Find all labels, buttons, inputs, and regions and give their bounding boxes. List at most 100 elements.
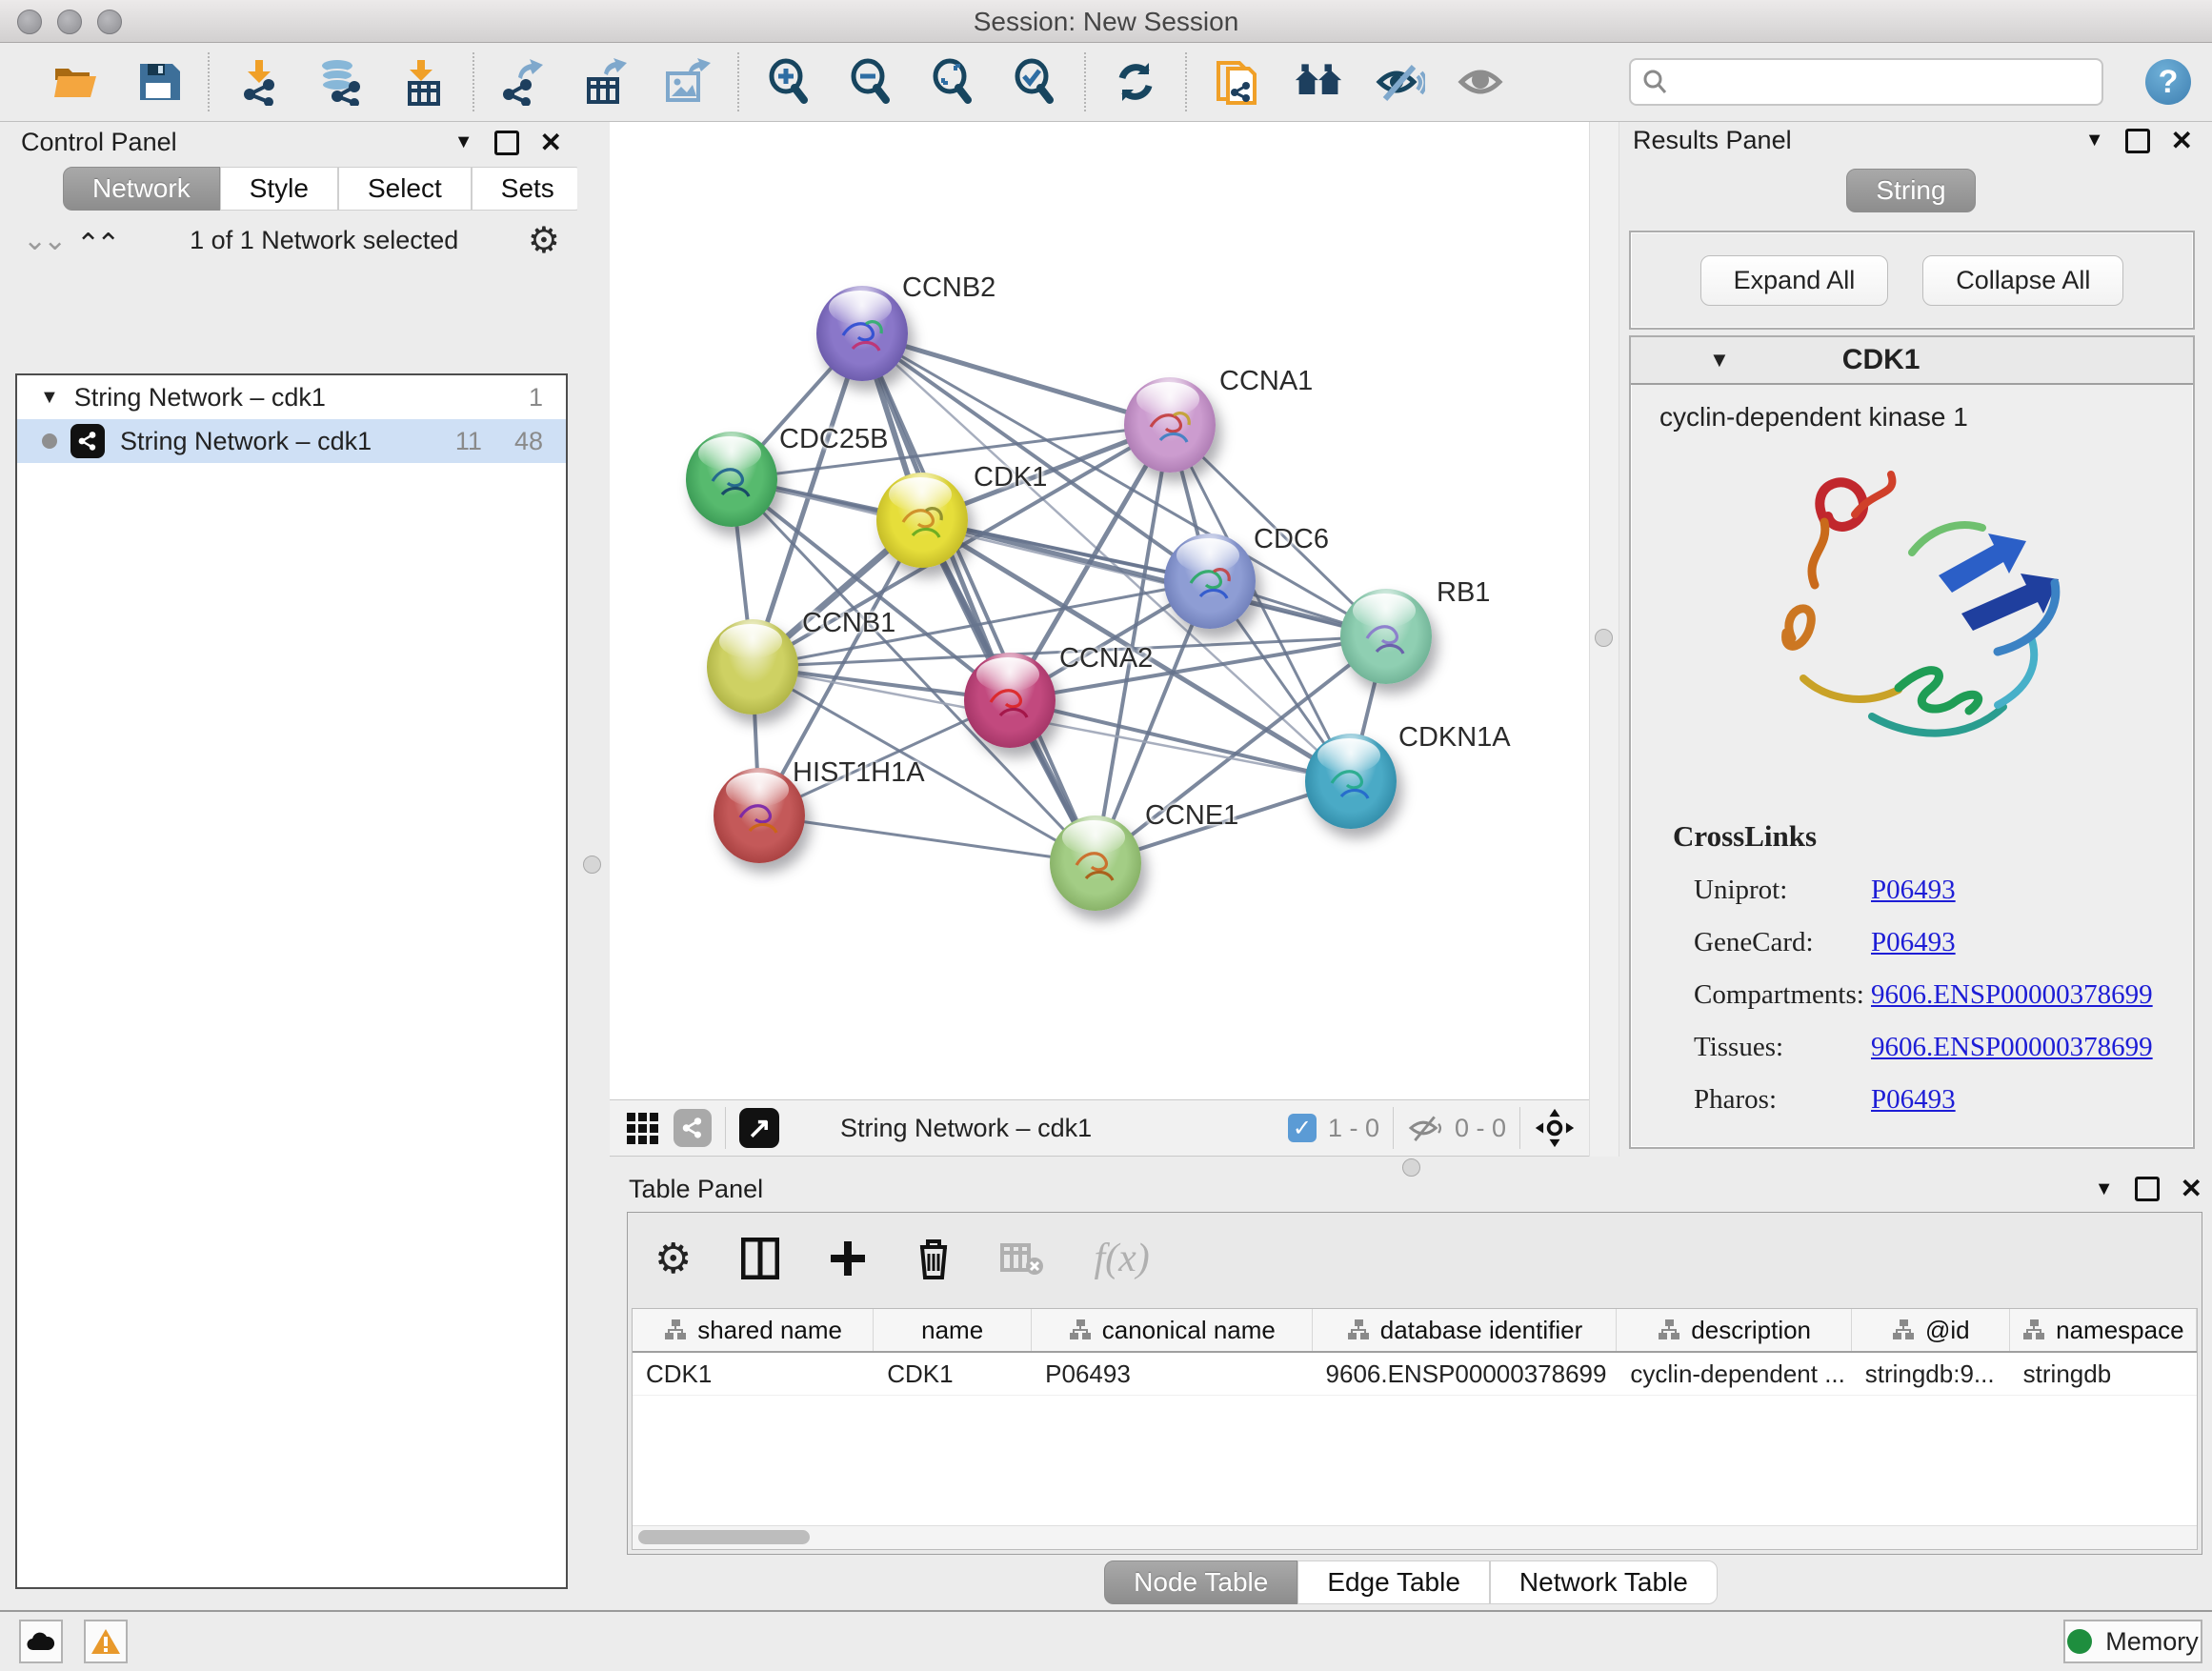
- export-table-icon[interactable]: [581, 57, 631, 107]
- network-edge[interactable]: [1010, 700, 1351, 781]
- show-all-icon[interactable]: [1458, 57, 1507, 107]
- save-session-icon[interactable]: [133, 57, 183, 107]
- delete-table-icon[interactable]: [1000, 1241, 1044, 1276]
- column-header-name[interactable]: name: [874, 1309, 1032, 1351]
- results-panel-menu-icon[interactable]: ▼: [2085, 130, 2104, 151]
- table-cell[interactable]: stringdb:9...: [1852, 1353, 2010, 1395]
- scrollbar-thumb[interactable]: [638, 1530, 810, 1544]
- crosslink-link[interactable]: P06493: [1871, 875, 1956, 906]
- column-header-database-identifier[interactable]: database identifier: [1313, 1309, 1618, 1351]
- control-panel-menu-icon[interactable]: ▼: [454, 131, 473, 153]
- crosslink-link[interactable]: 9606.ENSP00000378699: [1871, 979, 2153, 1011]
- refresh-icon[interactable]: [1111, 57, 1160, 107]
- network-node-ccnb1[interactable]: [707, 619, 798, 715]
- grid-view-icon[interactable]: [627, 1113, 658, 1144]
- help-icon[interactable]: ?: [2145, 59, 2191, 105]
- import-table-icon[interactable]: [398, 57, 448, 107]
- network-row-selected[interactable]: String Network – cdk1 11 48: [17, 419, 566, 463]
- export-network-icon[interactable]: [499, 57, 549, 107]
- search-input[interactable]: [1679, 67, 2063, 98]
- table-panel-float-icon[interactable]: [2135, 1177, 2160, 1201]
- table-cell[interactable]: CDK1: [633, 1353, 874, 1395]
- import-network-icon[interactable]: [234, 57, 284, 107]
- network-node-hist1h1a[interactable]: [714, 768, 805, 863]
- tab-select[interactable]: Select: [338, 167, 472, 211]
- network-edges[interactable]: [610, 122, 1589, 1101]
- export-image-icon[interactable]: [663, 57, 713, 107]
- tab-node-table[interactable]: Node Table: [1104, 1560, 1297, 1604]
- node-entry-header[interactable]: ▼ CDK1: [1631, 337, 2193, 385]
- zoom-out-icon[interactable]: [846, 57, 895, 107]
- network-collection-row[interactable]: ▼ String Network – cdk1 1: [17, 375, 566, 419]
- network-canvas[interactable]: CCNB2CCNA1CDC25BCDK1CDC6RB1CCNB1CCNA2CDK…: [610, 122, 1589, 1101]
- table-cell[interactable]: cyclin-dependent ...: [1617, 1353, 1851, 1395]
- results-panel-float-icon[interactable]: [2125, 129, 2150, 153]
- selected-checkbox-icon[interactable]: ✓: [1288, 1114, 1317, 1142]
- collapse-all-button[interactable]: Collapse All: [1922, 255, 2123, 306]
- right-splitter[interactable]: [1589, 122, 1619, 1157]
- tab-network[interactable]: Network: [63, 167, 220, 211]
- table-cell[interactable]: stringdb: [2010, 1353, 2197, 1395]
- control-panel-close-icon[interactable]: ✕: [540, 133, 562, 152]
- entry-collapse-icon[interactable]: ▼: [1709, 348, 1730, 372]
- tab-edge-table[interactable]: Edge Table: [1297, 1560, 1490, 1604]
- table-horizontal-scrollbar[interactable]: [633, 1525, 2197, 1549]
- warnings-button[interactable]: [84, 1620, 128, 1663]
- network-node-cdc6[interactable]: [1164, 534, 1256, 629]
- right-splitter-handle[interactable]: [1595, 629, 1613, 647]
- network-from-selection-icon[interactable]: [1212, 57, 1261, 107]
- function-builder-icon[interactable]: f(x): [1094, 1236, 1149, 1281]
- results-panel-close-icon[interactable]: ✕: [2171, 131, 2193, 151]
- tab-sets[interactable]: Sets: [472, 167, 584, 211]
- table-panel-menu-icon[interactable]: ▼: [2095, 1178, 2114, 1200]
- open-session-icon[interactable]: [51, 57, 101, 107]
- zoom-fit-icon[interactable]: [928, 57, 977, 107]
- column-header-canonical-name[interactable]: canonical name: [1032, 1309, 1312, 1351]
- delete-column-icon[interactable]: [916, 1238, 951, 1279]
- zoom-in-icon[interactable]: [764, 57, 814, 107]
- home-icon[interactable]: [1294, 57, 1343, 107]
- network-edge[interactable]: [759, 815, 1096, 863]
- network-node-cdk1[interactable]: [876, 473, 968, 568]
- collapse-all-networks-icon[interactable]: ⌄⌄: [23, 229, 63, 253]
- control-panel-float-icon[interactable]: [494, 131, 519, 155]
- network-node-ccna1[interactable]: [1124, 377, 1216, 473]
- table-settings-gear-icon[interactable]: ⚙: [654, 1235, 692, 1283]
- network-node-cdkn1a[interactable]: [1305, 734, 1397, 829]
- table-panel-close-icon[interactable]: ✕: [2181, 1179, 2202, 1198]
- network-node-cdc25b[interactable]: [686, 432, 777, 527]
- import-network-from-database-icon[interactable]: [316, 57, 366, 107]
- table-cell[interactable]: P06493: [1032, 1353, 1312, 1395]
- network-node-ccnb2[interactable]: [816, 286, 908, 381]
- show-columns-icon[interactable]: [741, 1238, 779, 1279]
- network-node-ccne1[interactable]: [1050, 815, 1141, 911]
- column-header-description[interactable]: description: [1617, 1309, 1851, 1351]
- tab-network-table[interactable]: Network Table: [1490, 1560, 1718, 1604]
- zoom-selected-icon[interactable]: [1010, 57, 1059, 107]
- expand-all-button[interactable]: Expand All: [1700, 255, 1889, 306]
- collection-expand-icon[interactable]: ▼: [40, 387, 59, 409]
- hide-selected-icon[interactable]: [1376, 57, 1425, 107]
- column-header-namespace[interactable]: namespace: [2010, 1309, 2197, 1351]
- add-column-icon[interactable]: [829, 1239, 867, 1278]
- table-row[interactable]: CDK1CDK1P064939606.ENSP00000378699cyclin…: [633, 1353, 2197, 1396]
- network-options-gear-icon[interactable]: ⚙: [528, 227, 560, 255]
- cloud-status-button[interactable]: [19, 1620, 63, 1663]
- expand-all-networks-icon[interactable]: ⌄⌄: [80, 229, 120, 253]
- tab-style[interactable]: Style: [220, 167, 338, 211]
- network-node-ccna2[interactable]: [964, 653, 1056, 748]
- crosslink-link[interactable]: P06493: [1871, 1084, 1956, 1116]
- column-header-shared-name[interactable]: shared name: [633, 1309, 874, 1351]
- birdseye-view-icon[interactable]: ↗: [739, 1108, 779, 1148]
- column-header--id[interactable]: @id: [1852, 1309, 2010, 1351]
- table-cell[interactable]: CDK1: [874, 1353, 1032, 1395]
- crosslink-link[interactable]: P06493: [1871, 927, 1956, 958]
- fit-content-crosshair-icon[interactable]: [1534, 1107, 1576, 1149]
- crosslink-link[interactable]: 9606.ENSP00000378699: [1871, 1032, 2153, 1063]
- network-node-rb1[interactable]: [1340, 589, 1432, 684]
- table-cell[interactable]: 9606.ENSP00000378699: [1313, 1353, 1618, 1395]
- tab-string[interactable]: String: [1846, 169, 1975, 212]
- memory-button[interactable]: Memory: [2063, 1620, 2202, 1663]
- left-splitter-handle[interactable]: [583, 856, 601, 874]
- left-splitter[interactable]: [577, 122, 606, 1157]
